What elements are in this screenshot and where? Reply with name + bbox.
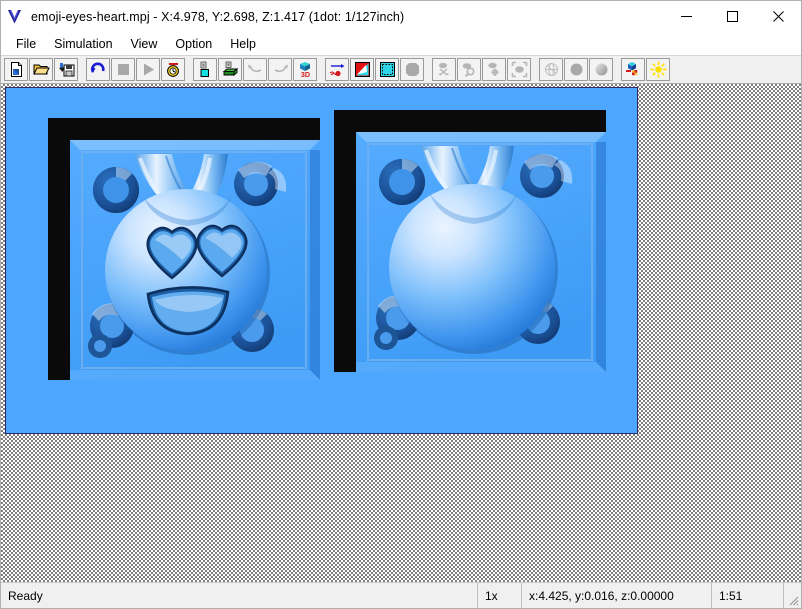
new-document-icon[interactable] [4,58,28,81]
toolbar-separator [614,59,621,81]
status-ratio: 1:51 [711,583,783,608]
toolpath-arrow-icon[interactable] [325,58,349,81]
minimize-button[interactable] [663,1,709,32]
close-button[interactable] [755,1,801,32]
light-sun-icon[interactable] [646,58,670,81]
carving-preview-right [333,109,607,373]
redo-arrow-icon [268,58,292,81]
stop-square-icon [111,58,135,81]
menu-item-file[interactable]: File [7,34,45,54]
zoom-view-icon [457,58,481,81]
toolbar-separator [318,59,325,81]
three-d-icon[interactable]: 3D [293,58,317,81]
workspace-background [1,84,801,582]
toolbar-separator [425,59,432,81]
stopwatch-icon[interactable] [161,58,185,81]
pan-view-icon [482,58,506,81]
menu-bar: File Simulation View Option Help [1,32,801,56]
menu-item-simulation[interactable]: Simulation [45,34,121,54]
undo-arrow-icon [243,58,267,81]
v-logo-icon [1,1,27,32]
flat-shading-icon[interactable] [564,58,588,81]
toolbar: 3D [1,56,801,84]
status-coordinates: x:4.425, y:0.016, z:0.00000 [521,583,711,608]
menu-item-option[interactable]: Option [166,34,221,54]
toolbar-separator [79,59,86,81]
simulation-3d-view[interactable] [5,87,638,434]
save-disk-icon[interactable] [54,58,78,81]
window-title: emoji-eyes-heart.mpj - X:4.978, Y:2.698,… [31,9,405,24]
menu-item-view[interactable]: View [122,34,167,54]
maximize-button[interactable] [709,1,755,32]
toolbar-separator [532,59,539,81]
resize-grip-icon[interactable] [783,583,801,608]
selection-rect-icon[interactable] [375,58,399,81]
wireframe-globe-icon [539,58,563,81]
status-message: Ready [8,588,43,603]
application-window: emoji-eyes-heart.mpj - X:4.978, Y:2.698,… [0,0,802,609]
reload-arrow-icon[interactable] [86,58,110,81]
svg-text:3D: 3D [300,70,309,78]
material-texture-icon[interactable] [621,58,645,81]
title-bar: emoji-eyes-heart.mpj - X:4.978, Y:2.698,… [1,1,801,32]
open-folder-icon[interactable] [29,58,53,81]
status-zoom: 1x [477,583,521,608]
rotate-view-icon [432,58,456,81]
window-controls [663,1,801,32]
stock-green-block-icon[interactable] [218,58,242,81]
carving-preview-left [47,117,321,381]
fit-view-icon [507,58,531,81]
toolbar-separator [186,59,193,81]
smooth-shading-icon[interactable] [589,58,613,81]
play-triangle-icon [136,58,160,81]
stock-cyan-block-icon[interactable] [193,58,217,81]
menu-item-help[interactable]: Help [221,34,265,54]
status-bar: Ready 1x x:4.425, y:0.016, z:0.00000 1:5… [1,582,801,608]
red-cyan-gradient-icon[interactable] [350,58,374,81]
gray-polygon-icon[interactable] [400,58,424,81]
